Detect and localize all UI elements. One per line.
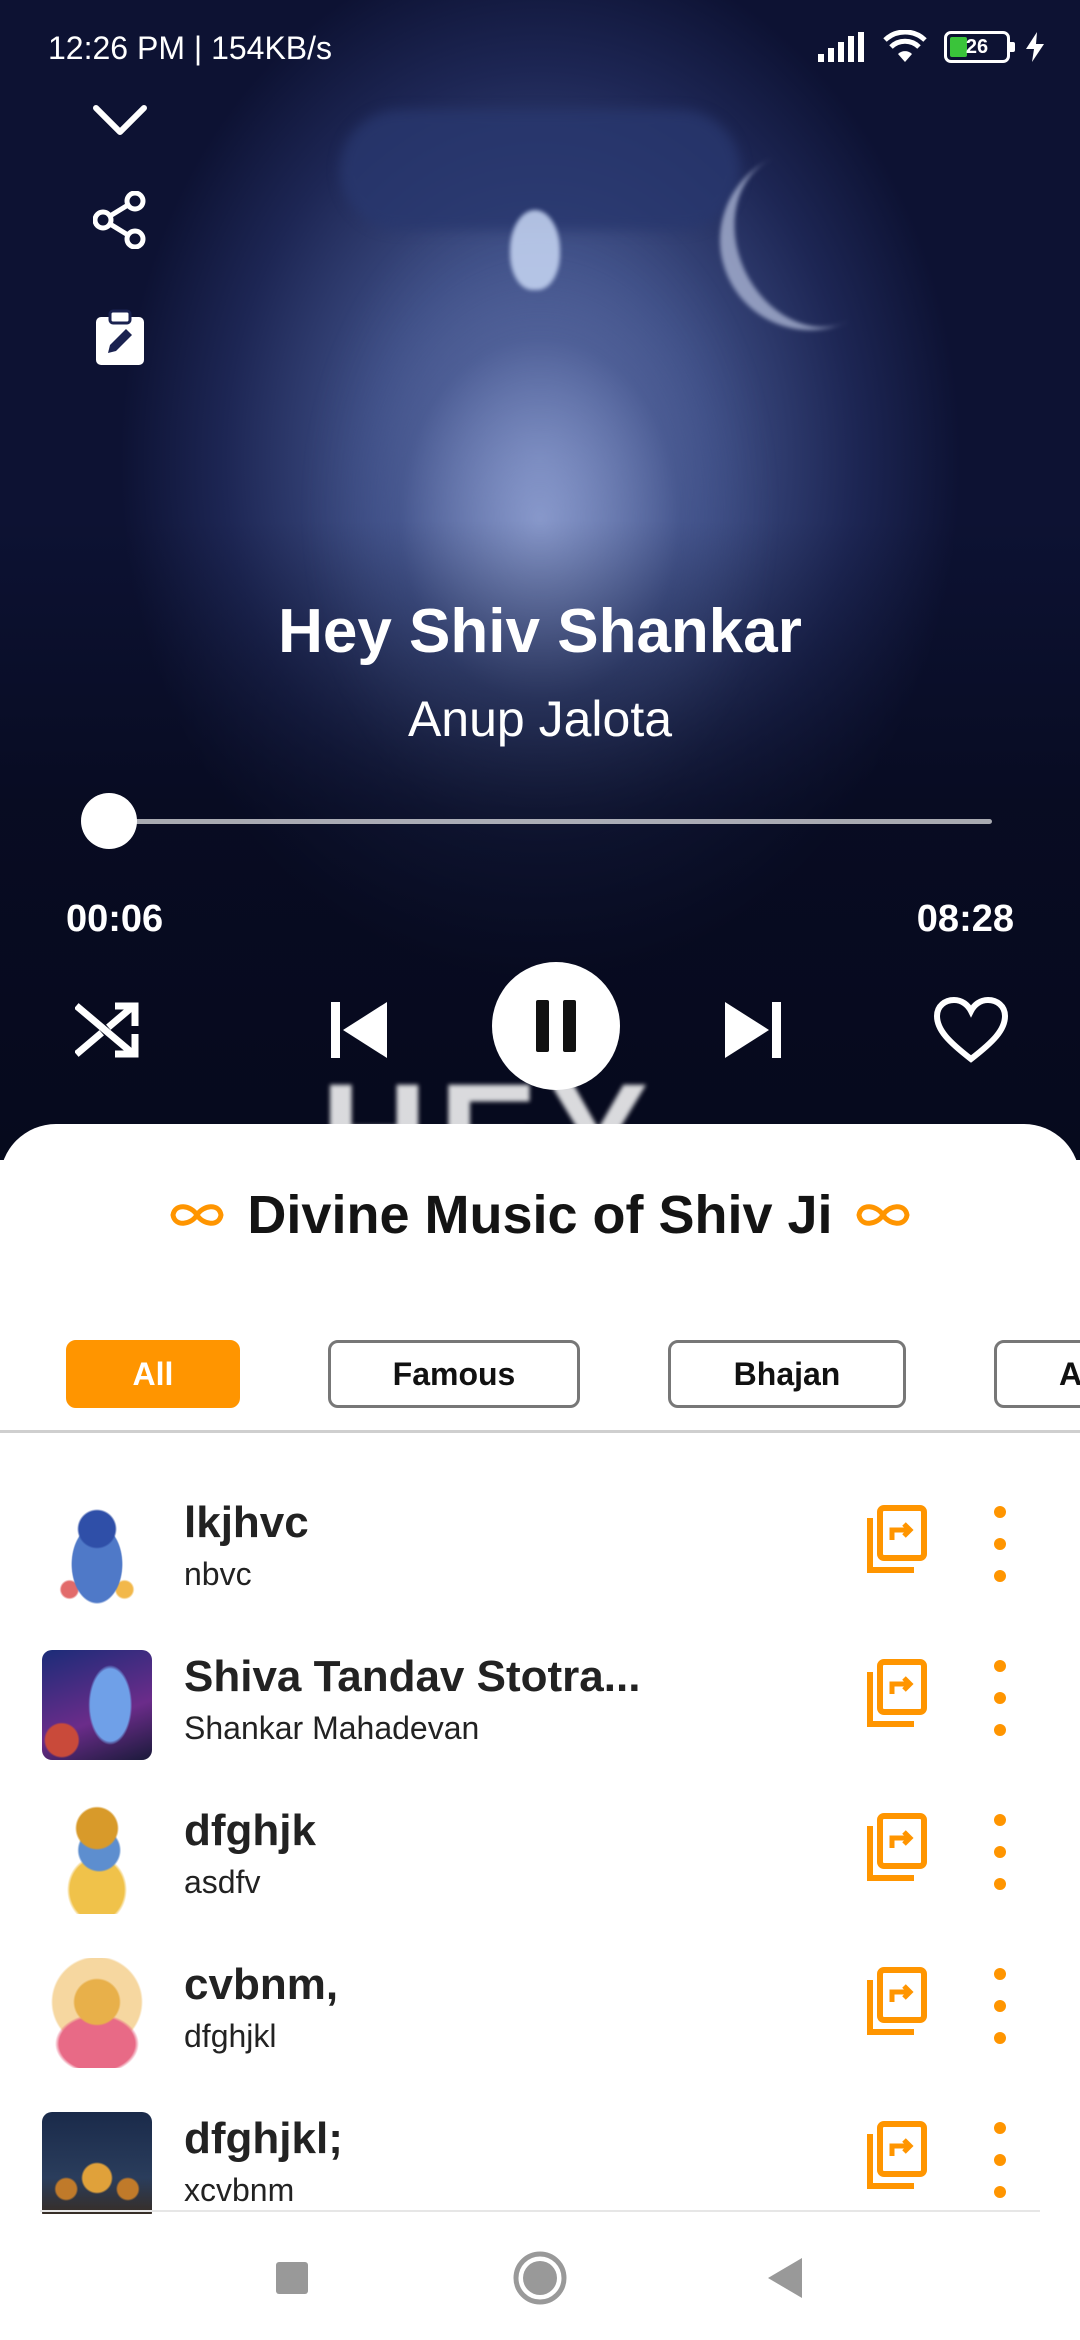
list-item[interactable]: Shiva Tandav Stotra... Shankar Mahadevan [0,1634,1080,1788]
song-thumbnail [42,2112,152,2216]
infinity-icon [856,1204,910,1226]
status-bar: 12:26 PM | 154KB/s 26 [0,0,1080,100]
edit-clipboard-icon[interactable] [88,306,152,370]
heart-icon[interactable] [926,985,1016,1075]
song-artist: nbvc [184,1556,252,1592]
list-item[interactable]: dfghjkl; xcvbnm [0,2096,1080,2216]
song-artist: Shankar Mahadevan [184,1710,480,1746]
song-title: Shiva Tandav Stotra... [184,1652,641,1701]
song-thumbnail [42,1650,152,1760]
pause-icon [536,1000,576,1052]
previous-icon[interactable] [314,985,404,1075]
list-bottom-divider [40,2210,1040,2212]
song-title: dfghjk [184,1806,316,1855]
wifi-icon [883,30,927,62]
chips-divider [0,1430,1080,1433]
signal-icon [818,32,864,62]
queue-add-icon[interactable] [864,1504,928,1576]
seek-bar[interactable] [80,793,992,849]
more-options-icon[interactable] [982,1814,1018,1890]
seek-bar-thumb[interactable] [80,793,137,849]
infinity-icon [170,1204,224,1226]
sheet-title: Divine Music of Shiv Ji [247,1185,833,1245]
recents-square-icon[interactable] [260,2246,324,2310]
chip-bhajan[interactable]: Bhajan [668,1340,906,1408]
more-options-icon[interactable] [982,1660,1018,1736]
queue-add-icon[interactable] [864,1658,928,1730]
list-item[interactable]: dfghjk asdfv [0,1788,1080,1942]
song-list: lkjhvc nbvc Shiva Tandav Stotra... Shank… [0,1480,1080,2216]
category-chips: All Famous Bhajan A [0,1340,1080,1410]
list-item[interactable]: lkjhvc nbvc [0,1480,1080,1634]
song-title: Hey Shiv Shankar [278,597,802,666]
chip-more[interactable]: A [994,1340,1080,1408]
queue-add-icon[interactable] [864,1966,928,2038]
album-art-tilak [510,210,560,290]
chip-all[interactable]: All [66,1340,240,1408]
shuffle-icon[interactable] [62,985,152,1075]
list-item[interactable]: cvbnm, dfghjkl [0,1942,1080,2096]
next-icon[interactable] [708,985,798,1075]
chip-famous[interactable]: Famous [328,1340,580,1408]
queue-add-icon[interactable] [864,2120,928,2192]
pause-button[interactable] [492,962,620,1090]
song-title: lkjhvc [184,1498,309,1547]
charging-icon [1026,32,1044,62]
song-title: dfghjkl; [184,2114,343,2163]
more-options-icon[interactable] [982,2122,1018,2198]
status-icons: 26 [818,30,1044,64]
song-artist: dfghjkl [184,2018,277,2054]
playlist-sheet: Divine Music of Shiv Ji All Famous Bhaja… [0,1124,1080,2216]
sheet-header: Divine Music of Shiv Ji [0,1184,1080,1246]
more-options-icon[interactable] [982,1968,1018,2044]
total-time: 08:28 [916,898,1014,940]
song-thumbnail [42,1958,152,2068]
song-thumbnail [42,1804,152,1914]
song-title: cvbnm, [184,1960,339,2009]
queue-add-icon[interactable] [864,1812,928,1884]
elapsed-time: 00:06 [66,898,164,940]
song-thumbnail [42,1496,152,1606]
system-nav-bar [0,2214,1080,2340]
back-triangle-icon[interactable] [752,2246,816,2310]
now-playing-panel: HEY 12:26 PM | 154KB/s 26 Hey Shiv Shank… [0,0,1080,1160]
battery-icon: 26 [944,31,1015,63]
share-icon[interactable] [88,188,152,252]
status-time: 12:26 PM | 154KB/s [48,30,333,66]
more-options-icon[interactable] [982,1506,1018,1582]
collapse-chevron-icon[interactable] [88,88,152,152]
song-artist: asdfv [184,1864,261,1900]
song-artist: Anup Jalota [407,691,673,747]
song-artist: xcvbnm [184,2172,295,2208]
home-circle-icon[interactable] [508,2246,572,2310]
